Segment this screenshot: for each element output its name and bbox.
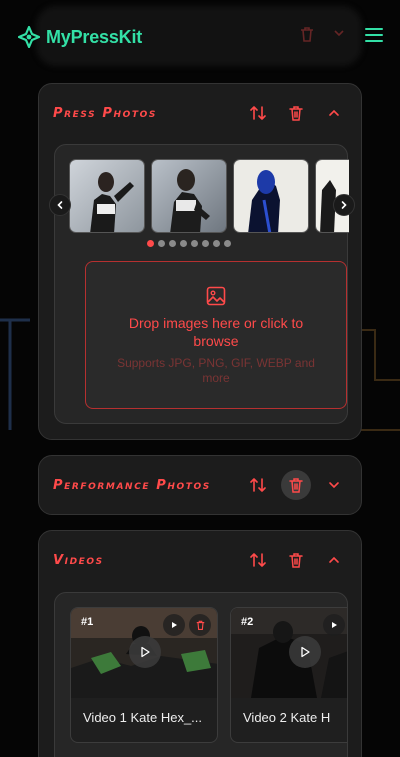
carousel-dot[interactable] [158,240,165,247]
carousel-dot[interactable] [224,240,231,247]
video-delete-button[interactable] [189,614,211,636]
trash-icon [289,553,303,568]
trash-icon [196,620,204,630]
carousel-dots[interactable] [147,240,231,247]
carousel-dot[interactable] [180,240,187,247]
videos-section: Videos #1 Video 1 Kate Hex_... #2 Video … [38,530,362,757]
carousel-dot[interactable] [147,240,154,247]
menu-button[interactable] [364,26,384,49]
play-icon [172,622,177,628]
video-play-button[interactable] [163,614,185,636]
press-photos-panel: Drop images here or click to browse Supp… [49,144,355,424]
play-icon [332,622,337,628]
sort-icon [250,106,266,120]
section-title: Performance Photos [53,477,211,493]
carousel-prev-button[interactable] [49,194,71,216]
video-play-button[interactable] [323,614,345,636]
dropzone-subtitle: Supports JPG, PNG, GIF, WEBP and more [117,356,315,385]
chevron-left-icon [57,201,63,209]
collapse-button[interactable] [319,545,349,575]
carousel-dot[interactable] [169,240,176,247]
trash-icon [289,478,303,493]
section-title: Videos [53,552,104,568]
video-index-badge: #1 [81,616,94,628]
delete-button[interactable] [281,470,311,500]
photo-thumbnail[interactable] [69,159,145,233]
top-bar: MyPressKit [0,0,400,74]
play-icon [301,646,310,658]
sort-icon [250,553,266,567]
app-name: MyPressKit [46,26,143,47]
press-photos-header[interactable]: Press Photos [39,84,361,142]
chevron-down-icon [329,482,339,489]
logo-icon [18,26,40,48]
chevron-right-icon [341,201,347,209]
video-card[interactable]: #1 Video 1 Kate Hex_... [70,607,218,743]
photo-image [70,160,144,232]
chevron-up-icon [329,556,339,563]
delete-button[interactable] [281,545,311,575]
image-icon [206,286,226,306]
image-dropzone[interactable]: Drop images here or click to browse Supp… [85,261,347,409]
dropzone-title: Drop images here or click to browse [128,315,304,349]
video-play-overlay[interactable] [129,636,161,668]
performance-photos-section: Performance Photos [38,455,362,515]
video-play-overlay[interactable] [289,636,321,668]
play-icon [141,646,150,658]
reorder-button[interactable] [243,470,273,500]
background-toolbar-ghost [300,26,346,42]
app-logo[interactable]: MyPressKit [18,26,142,48]
video-index-badge: #2 [241,616,254,628]
carousel-next-button[interactable] [333,194,355,216]
photo-image [234,160,308,232]
trash-icon [301,27,313,42]
delete-button[interactable] [281,98,311,128]
video-title: Video 1 Kate Hex_... [83,710,203,725]
photo-thumbnail[interactable] [233,159,309,233]
sort-icon [250,478,266,492]
section-title: Press Photos [53,105,157,121]
chevron-up-icon [329,109,339,116]
video-card[interactable]: #2 Video 2 Kate H [230,607,347,743]
press-photos-section: Press Photos Drop images here or click t… [38,83,362,440]
collapse-button[interactable] [319,98,349,128]
carousel-dot[interactable] [213,240,220,247]
trash-icon [289,106,303,121]
photo-thumbnail[interactable] [151,159,227,233]
menu-icon [365,28,383,42]
reorder-button[interactable] [243,545,273,575]
expand-button[interactable] [319,470,349,500]
reorder-button[interactable] [243,98,273,128]
chevron-down-icon [334,30,344,37]
videos-header[interactable]: Videos [39,531,361,589]
carousel-dot[interactable] [202,240,209,247]
video-title: Video 2 Kate H [243,710,331,725]
carousel-dot[interactable] [191,240,198,247]
performance-photos-header[interactable]: Performance Photos [39,456,361,514]
videos-panel: #1 Video 1 Kate Hex_... #2 Video 2 Kate … [54,592,348,757]
photo-image [152,160,226,232]
